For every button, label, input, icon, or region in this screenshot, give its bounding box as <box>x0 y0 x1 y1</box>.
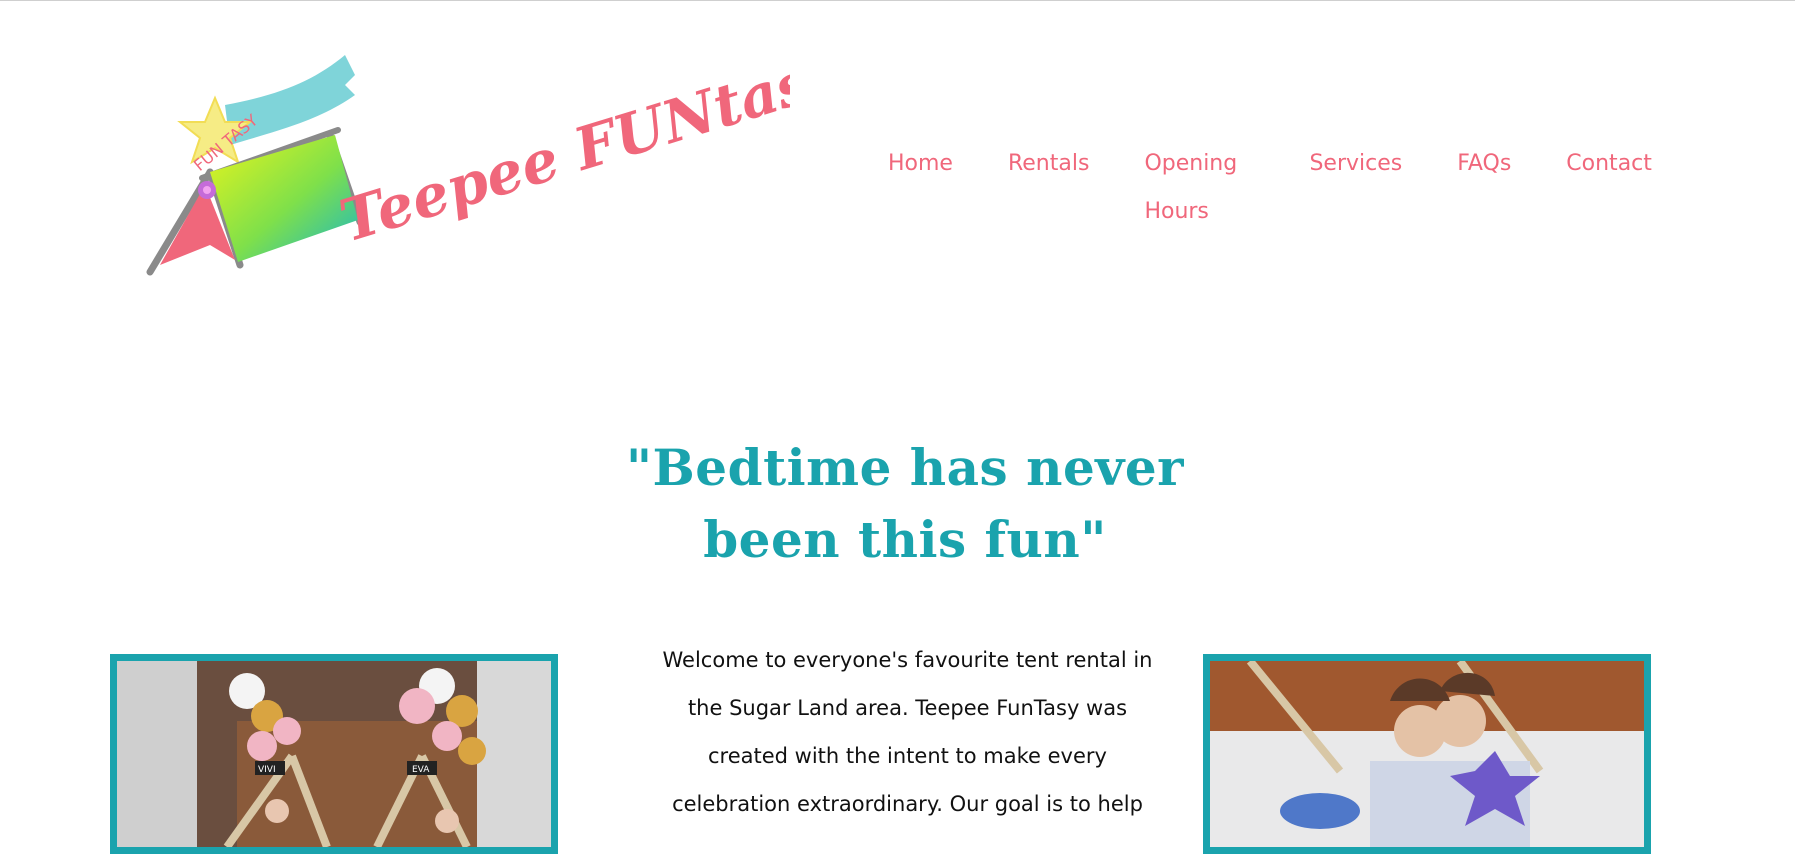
nav-opening-hours[interactable]: Opening Hours <box>1144 140 1254 250</box>
tag-eva: EVA <box>412 765 430 775</box>
intro-paragraph: Welcome to everyone's favourite tent ren… <box>662 648 1153 816</box>
logo-wordmark: Teepee FUNtasy <box>332 50 790 255</box>
nav-contact[interactable]: Contact <box>1566 140 1652 250</box>
nav-faqs[interactable]: FAQs <box>1457 140 1511 250</box>
tag-vivi: VIVI <box>258 765 276 775</box>
top-border <box>0 0 1795 6</box>
nav-home[interactable]: Home <box>888 140 953 250</box>
main-nav: Home Rentals Opening Hours Services FAQs… <box>888 140 1652 250</box>
photo-girls-tent <box>1203 654 1651 854</box>
hero-heading: "Bedtime has never been this fun" <box>626 438 1184 569</box>
site-logo[interactable]: FUN TASY Teepee FUNtasy <box>130 50 790 320</box>
photo-tents-party: VIVI EVA <box>110 654 558 854</box>
nav-services[interactable]: Services <box>1309 140 1402 250</box>
nav-rentals[interactable]: Rentals <box>1008 140 1089 250</box>
